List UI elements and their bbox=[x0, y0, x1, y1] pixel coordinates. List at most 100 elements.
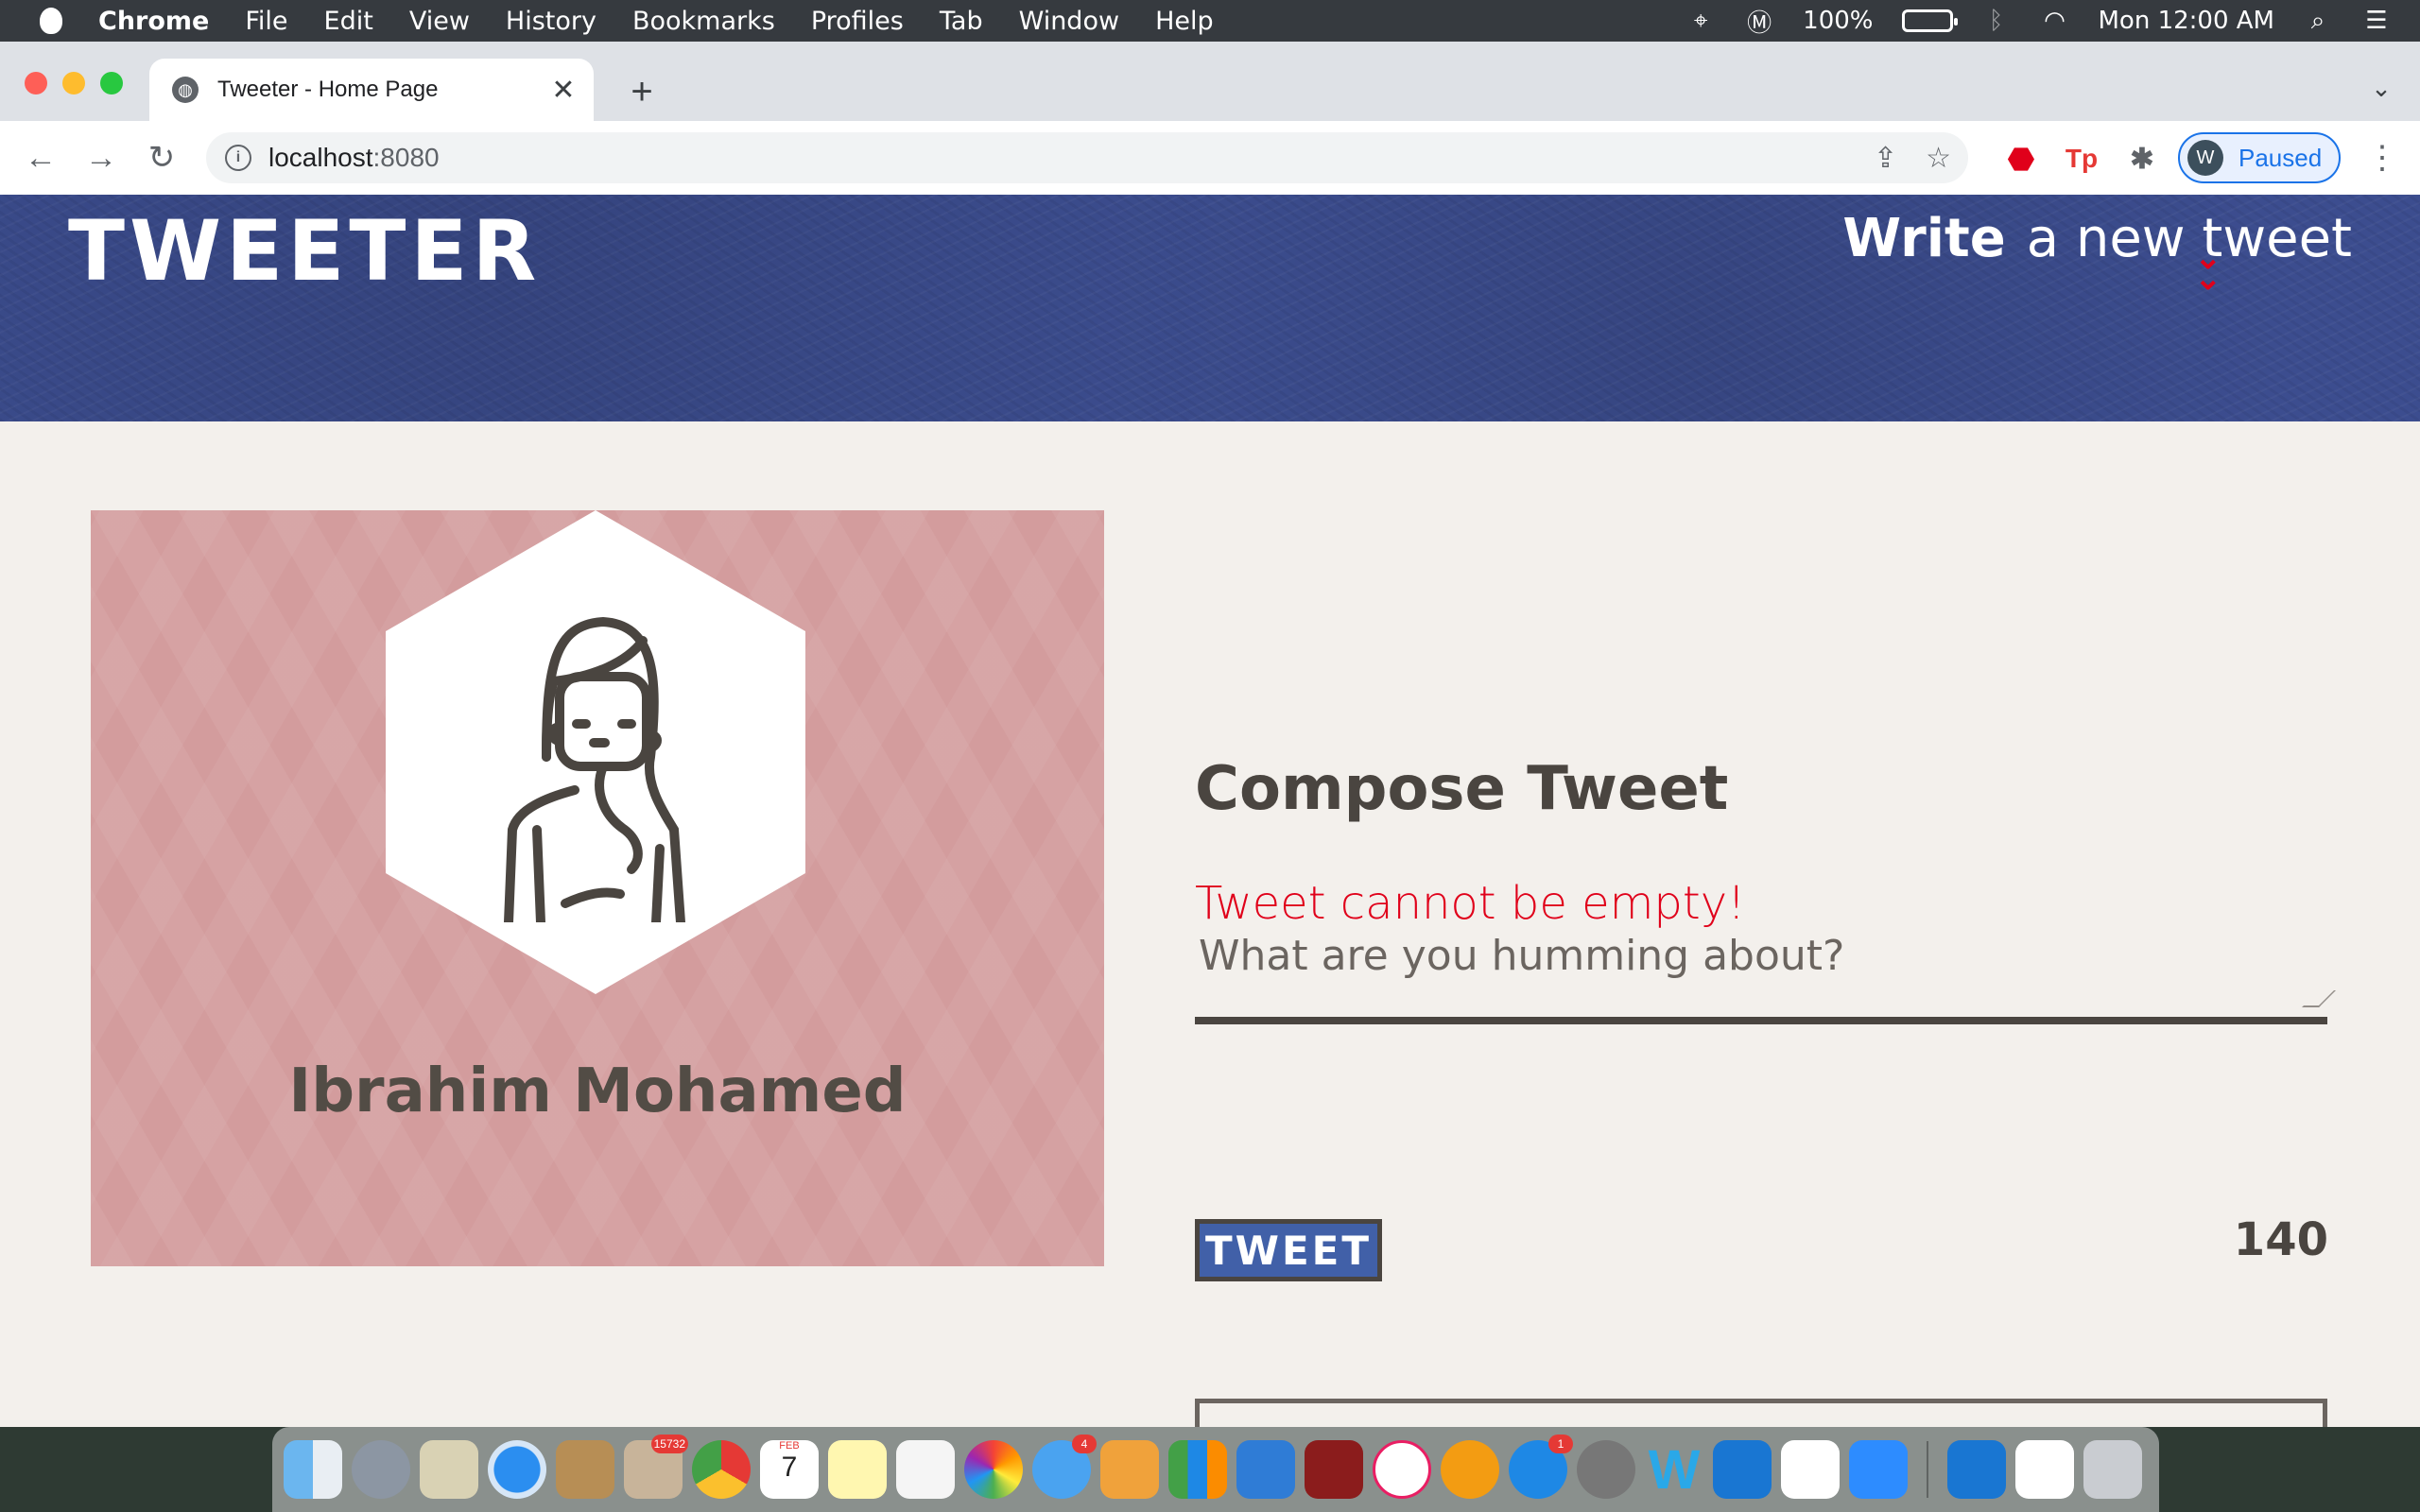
zoom-icon[interactable] bbox=[1849, 1440, 1908, 1499]
macos-menu-bar: Chrome File Edit View History Bookmarks … bbox=[0, 0, 2420, 42]
pages-icon[interactable] bbox=[1100, 1440, 1159, 1499]
tweet-article bbox=[1195, 1399, 2327, 1427]
notes-icon[interactable] bbox=[828, 1440, 887, 1499]
tweet-submit-button[interactable]: TWEET bbox=[1195, 1219, 1382, 1281]
menu-edit[interactable]: Edit bbox=[324, 7, 373, 36]
window-close-button[interactable] bbox=[25, 72, 47, 94]
chrome-menu-icon[interactable]: ⋮ bbox=[2363, 134, 2401, 181]
character-counter: 140 bbox=[2233, 1213, 2328, 1266]
write-rest-label: a new tweet bbox=[2026, 208, 2352, 269]
keynote-icon[interactable] bbox=[1236, 1440, 1295, 1499]
macos-dock: 15732 FEB 7 4 1 W bbox=[272, 1427, 2159, 1512]
tweet-error-message: Tweet cannot be empty! bbox=[1195, 877, 1746, 930]
safari-icon[interactable] bbox=[488, 1440, 546, 1499]
wifi-icon[interactable]: ◠ bbox=[2040, 7, 2070, 35]
dock-separator bbox=[1927, 1441, 1928, 1498]
address-bar[interactable]: i localhost:8080 ⇪ ☆ bbox=[206, 132, 1968, 183]
vscode-window-icon[interactable] bbox=[1947, 1440, 2006, 1499]
new-tab-button[interactable]: + bbox=[618, 68, 666, 115]
profile-button[interactable]: W Paused bbox=[2178, 132, 2341, 183]
menu-window[interactable]: Window bbox=[1019, 7, 1119, 36]
menu-profiles[interactable]: Profiles bbox=[811, 7, 904, 36]
tab-strip: ◍ Tweeter - Home Page ✕ + ⌄ bbox=[0, 42, 2420, 121]
share-icon[interactable]: ⇪ bbox=[1874, 142, 1897, 175]
site-nav: TWEETER Write a new tweet ⌄ ⌄ bbox=[0, 195, 2420, 421]
compose-tweet-heading: Compose Tweet bbox=[1195, 754, 1729, 824]
numbers-icon[interactable] bbox=[1168, 1440, 1227, 1499]
menu-view[interactable]: View bbox=[409, 7, 470, 36]
malwarebytes-icon[interactable]: Ⓜ bbox=[1744, 8, 1774, 38]
menu-tab[interactable]: Tab bbox=[940, 7, 983, 36]
menu-bookmarks[interactable]: Bookmarks bbox=[632, 7, 775, 36]
profile-avatar: W bbox=[2187, 140, 2223, 176]
menu-history[interactable]: History bbox=[506, 7, 596, 36]
url-port: :8080 bbox=[372, 143, 440, 172]
profile-status: Paused bbox=[2238, 143, 2323, 172]
site-logo[interactable]: TWEETER bbox=[68, 202, 541, 300]
books-icon[interactable] bbox=[1441, 1440, 1499, 1499]
airdrop-status-icon[interactable]: ⌖ bbox=[1685, 7, 1716, 35]
extensions-puzzle-icon[interactable]: ✱ bbox=[2123, 140, 2161, 178]
messages-badge: 4 bbox=[1072, 1435, 1097, 1453]
reminders-icon[interactable] bbox=[896, 1440, 955, 1499]
spotlight-search-icon[interactable]: ⌕ bbox=[2303, 7, 2333, 35]
preview-icon[interactable] bbox=[420, 1440, 478, 1499]
app-store-icon[interactable]: 1 bbox=[1509, 1435, 1573, 1499]
system-preferences-icon[interactable] bbox=[1577, 1440, 1635, 1499]
window-minimize-button[interactable] bbox=[62, 72, 85, 94]
forward-button[interactable]: → bbox=[78, 134, 125, 181]
battery-icon[interactable] bbox=[1901, 9, 1958, 32]
tab-search-chevron-icon[interactable]: ⌄ bbox=[2367, 74, 2395, 102]
contacts-icon[interactable] bbox=[556, 1440, 614, 1499]
battery-percentage: 100% bbox=[1803, 7, 1874, 35]
menu-app-name[interactable]: Chrome bbox=[98, 7, 209, 36]
vscode-icon[interactable] bbox=[1713, 1440, 1772, 1499]
menu-clock[interactable]: Mon 12:00 AM bbox=[2099, 7, 2275, 35]
calendar-icon[interactable]: FEB 7 bbox=[760, 1440, 819, 1499]
url-text[interactable]: localhost:8080 bbox=[268, 143, 440, 173]
window-zoom-button[interactable] bbox=[100, 72, 123, 94]
tp-extension-icon[interactable]: Tp bbox=[2063, 140, 2100, 178]
profile-card: Ibrahim Mohamed bbox=[91, 510, 1104, 1266]
chrome-icon[interactable] bbox=[692, 1440, 751, 1499]
slack-icon[interactable] bbox=[1781, 1440, 1840, 1499]
double-chevron-down-icon[interactable]: ⌄ ⌄ bbox=[2195, 242, 2222, 295]
chrome-window-icon[interactable] bbox=[2015, 1440, 2074, 1499]
menu-help[interactable]: Help bbox=[1155, 7, 1214, 36]
appstore-badge: 1 bbox=[1548, 1435, 1573, 1453]
site-info-icon[interactable]: i bbox=[225, 145, 251, 171]
globe-icon: ◍ bbox=[172, 77, 199, 103]
messages-icon[interactable]: 4 bbox=[1032, 1435, 1097, 1499]
url-host: localhost bbox=[268, 143, 373, 172]
tweet-textarea[interactable] bbox=[1195, 926, 2327, 1024]
user-avatar-icon bbox=[504, 617, 685, 922]
adblock-extension-icon[interactable]: ⬣ bbox=[2002, 140, 2040, 178]
menu-file[interactable]: File bbox=[245, 7, 287, 36]
control-center-icon[interactable]: ☰ bbox=[2361, 7, 2392, 35]
reload-button[interactable]: ↻ bbox=[138, 134, 185, 181]
launchpad-icon[interactable] bbox=[352, 1440, 410, 1499]
write-label: Write bbox=[1842, 208, 2006, 269]
browser-window: ◍ Tweeter - Home Page ✕ + ⌄ ← → ↻ i loca… bbox=[0, 42, 2420, 1427]
finder-icon[interactable] bbox=[284, 1440, 342, 1499]
browser-toolbar: ← → ↻ i localhost:8080 ⇪ ☆ ⬣ Tp ✱ W Paus… bbox=[0, 121, 2420, 196]
back-button[interactable]: ← bbox=[17, 134, 64, 181]
bookmark-star-icon[interactable]: ☆ bbox=[1926, 142, 1951, 175]
mail-icon[interactable]: 15732 bbox=[624, 1435, 688, 1499]
close-tab-icon[interactable]: ✕ bbox=[544, 71, 582, 109]
word-app-icon[interactable]: W bbox=[1645, 1439, 1703, 1501]
mail-badge: 15732 bbox=[650, 1435, 688, 1453]
write-new-tweet-link[interactable]: Write a new tweet bbox=[1842, 208, 2352, 269]
photos-icon[interactable] bbox=[964, 1440, 1023, 1499]
photo-booth-icon[interactable] bbox=[1305, 1440, 1363, 1499]
trash-icon[interactable] bbox=[2083, 1440, 2142, 1499]
tab-tweeter-home[interactable]: ◍ Tweeter - Home Page ✕ bbox=[149, 59, 594, 121]
apple-menu-icon[interactable] bbox=[40, 8, 62, 34]
calendar-day: 7 bbox=[781, 1452, 798, 1483]
itunes-icon[interactable] bbox=[1373, 1440, 1431, 1499]
bluetooth-icon[interactable]: ᛒ bbox=[1981, 7, 2012, 35]
web-page: TWEETER Write a new tweet ⌄ ⌄ Ibrahim Mo… bbox=[0, 195, 2420, 1427]
avatar-hexagon bbox=[386, 510, 805, 994]
tab-title: Tweeter - Home Page bbox=[217, 77, 439, 102]
profile-user-name: Ibrahim Mohamed bbox=[288, 1057, 907, 1126]
